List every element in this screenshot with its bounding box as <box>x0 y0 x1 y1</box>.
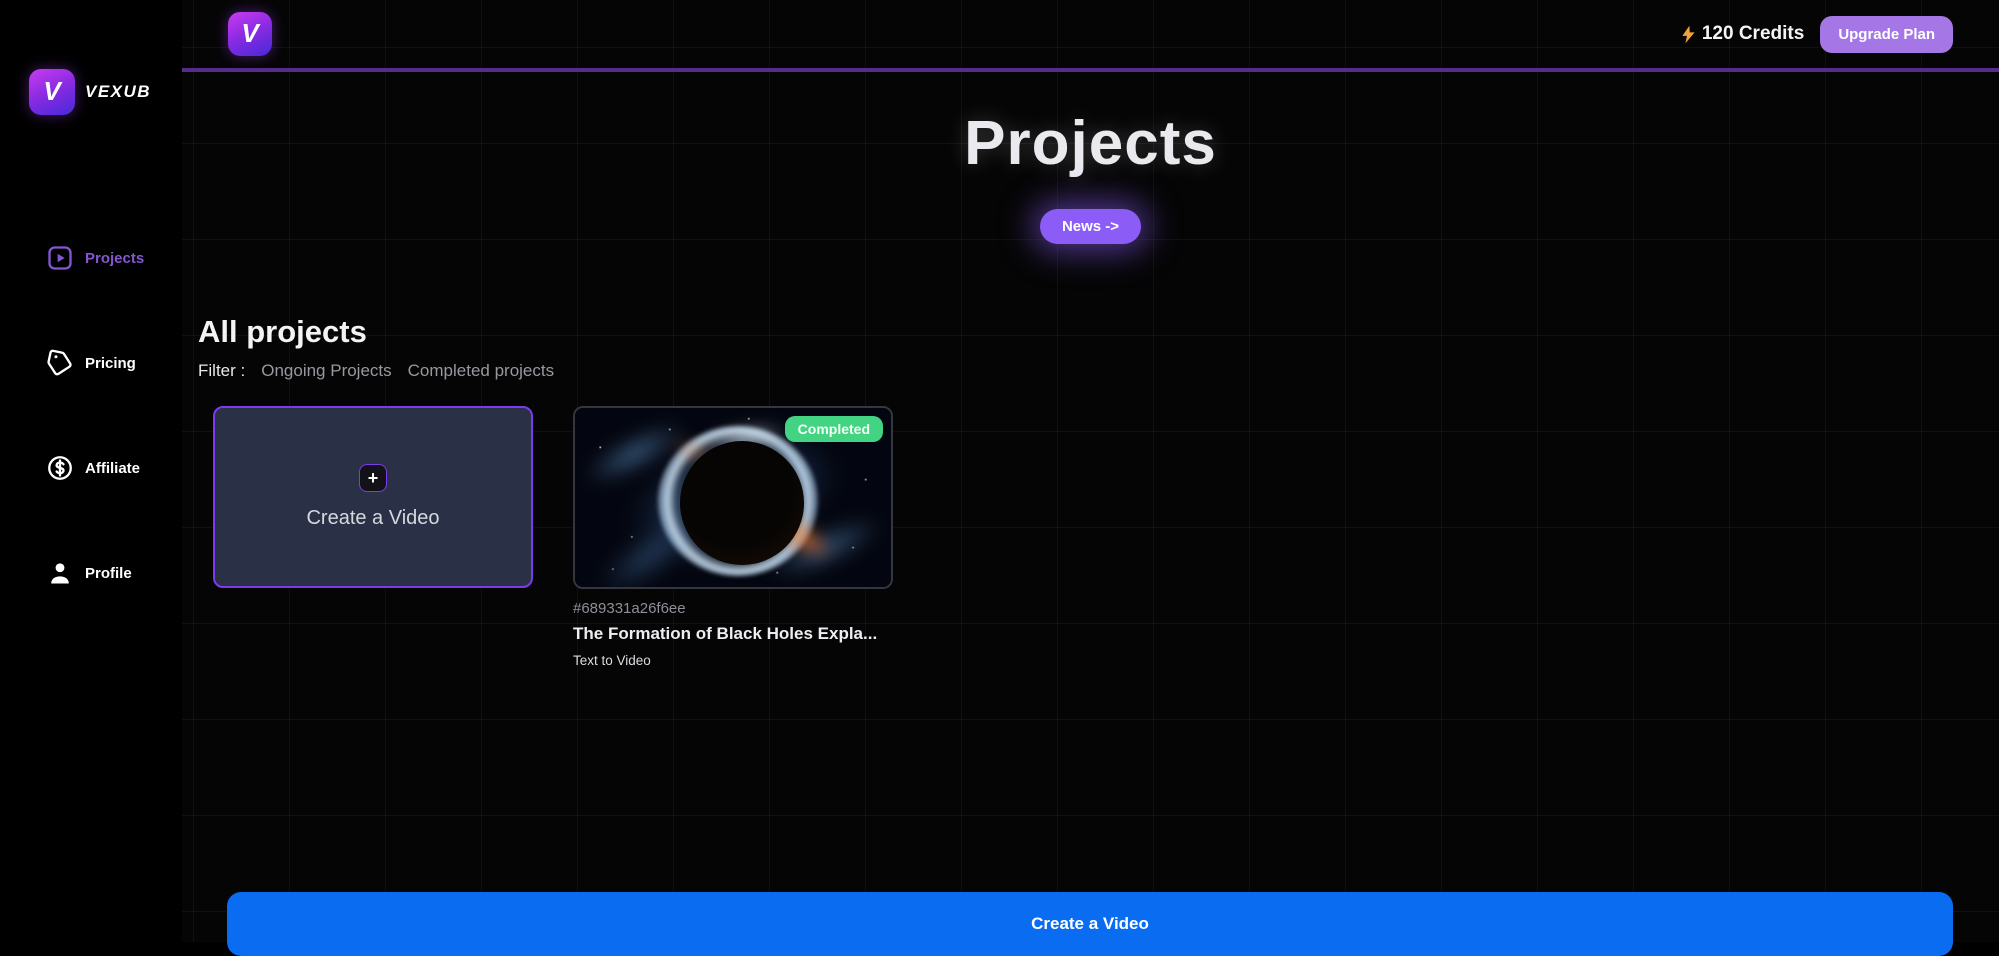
filter-row: Filter : Ongoing Projects Completed proj… <box>198 361 1999 381</box>
create-video-card[interactable]: + Create a Video <box>213 406 533 588</box>
plus-icon: + <box>359 464 387 492</box>
news-button-wrap: News -> <box>182 209 1999 244</box>
project-title: The Formation of Black Holes Expla... <box>573 624 893 644</box>
person-icon <box>46 559 74 587</box>
app-logo-letter: V <box>241 18 258 49</box>
projects-section: All projects Filter : Ongoing Projects C… <box>182 314 1999 381</box>
sidebar-item-label: Profile <box>85 565 132 582</box>
filter-completed-projects[interactable]: Completed projects <box>408 361 554 381</box>
upgrade-plan-button[interactable]: Upgrade Plan <box>1820 16 1953 53</box>
sidebar-item-profile[interactable]: Profile <box>0 555 182 591</box>
page-title: Projects <box>182 108 1999 179</box>
project-thumbnail[interactable]: Completed <box>573 406 893 589</box>
topbar-right-group: 120 Credits Upgrade Plan <box>1678 16 1953 53</box>
news-button[interactable]: News -> <box>1040 209 1141 244</box>
section-title: All projects <box>198 314 1999 350</box>
sidebar-item-label: Pricing <box>85 355 136 372</box>
project-cards-row: + Create a Video Completed <box>182 406 1999 668</box>
credits-display: 120 Credits <box>1678 23 1804 45</box>
price-tag-icon <box>46 349 74 377</box>
sidebar-item-label: Affiliate <box>85 460 140 477</box>
project-type: Text to Video <box>573 653 893 668</box>
filter-ongoing-projects[interactable]: Ongoing Projects <box>261 361 391 381</box>
black-hole-core <box>680 441 804 565</box>
project-id: #689331a26f6ee <box>573 600 893 617</box>
sidebar-item-label: Projects <box>85 250 144 267</box>
project-card: Completed #689331a26f6ee The Formation o… <box>573 406 893 668</box>
status-badge: Completed <box>785 416 883 442</box>
filter-label: Filter : <box>198 361 245 381</box>
create-video-card-label: Create a Video <box>306 507 439 530</box>
sidebar: V VEXUB Projects Pricing Affiliate <box>0 0 182 942</box>
play-square-icon <box>46 244 74 272</box>
sidebar-item-projects[interactable]: Projects <box>0 240 182 276</box>
brand-name: VEXUB <box>85 82 151 102</box>
sidebar-item-pricing[interactable]: Pricing <box>0 345 182 381</box>
app-logo[interactable]: V <box>228 12 272 56</box>
dollar-circle-icon <box>46 454 74 482</box>
top-bar: V 120 Credits Upgrade Plan <box>182 0 1999 72</box>
lightning-bolt-icon <box>1678 24 1699 45</box>
sidebar-logo: V <box>29 69 75 115</box>
sidebar-brand[interactable]: V VEXUB <box>29 69 151 115</box>
sidebar-item-affiliate[interactable]: Affiliate <box>0 450 182 486</box>
create-video-bottom-button[interactable]: Create a Video <box>227 892 1953 956</box>
credits-label: 120 Credits <box>1702 23 1804 45</box>
main-content-area: V 120 Credits Upgrade Plan Projects News… <box>182 0 1999 942</box>
sidebar-logo-letter: V <box>43 76 60 107</box>
plus-glyph: + <box>368 469 379 487</box>
